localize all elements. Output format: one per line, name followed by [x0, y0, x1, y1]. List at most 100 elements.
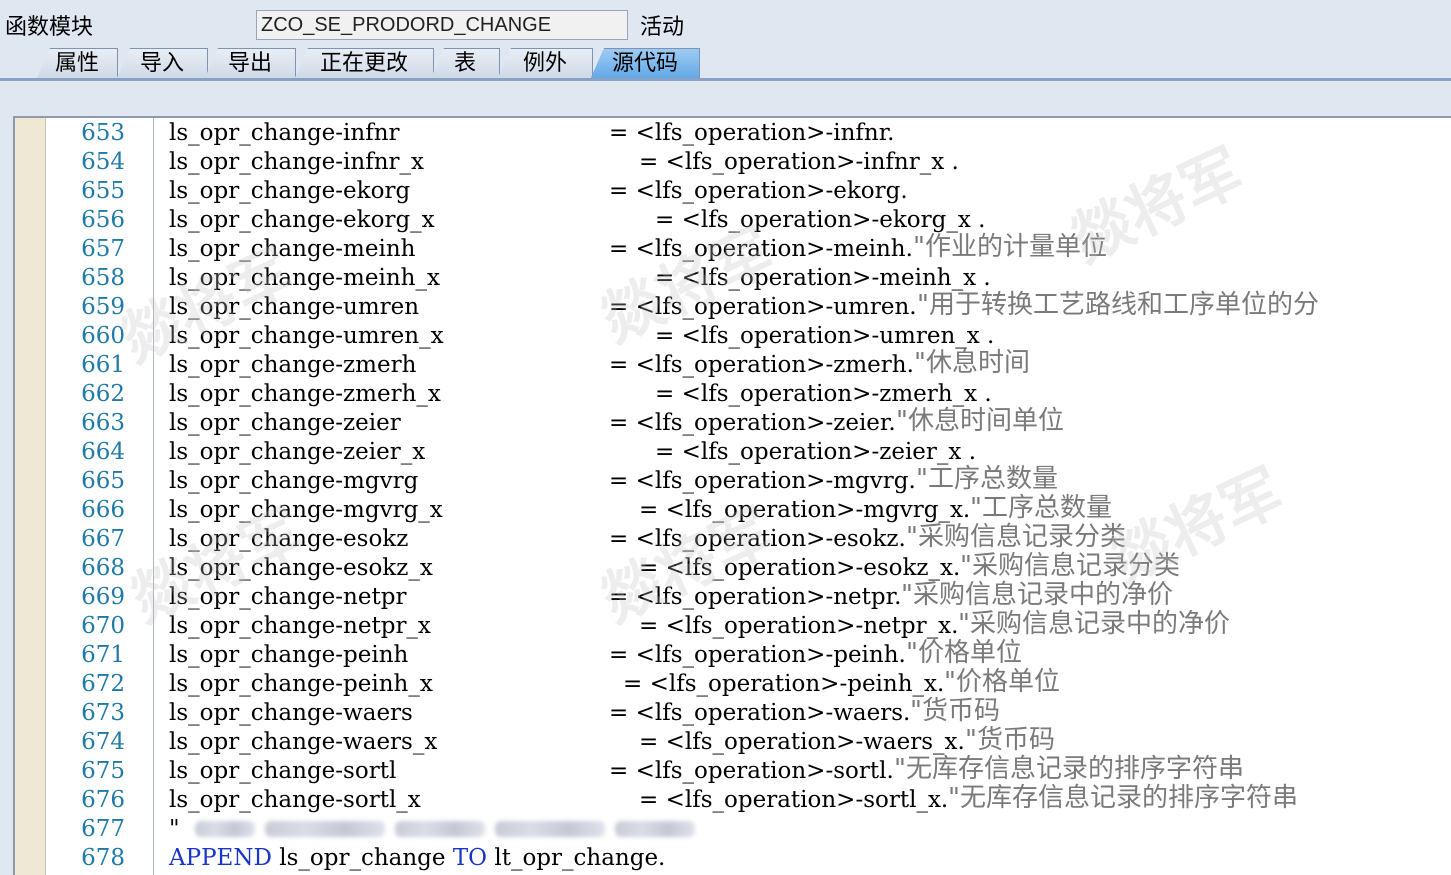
code-line[interactable]: 669 ls_opr_change-netpr = <lfs_operation>-… [15, 580, 1451, 612]
code-lhs: ls_opr_change-umren_x [169, 323, 444, 349]
code-comment: "价格单位 [944, 667, 1060, 697]
code-comment: "采购信息记录中的净价 [901, 580, 1173, 610]
code-line[interactable]: 662 ls_opr_change-zmerh_x = <lfs_operation… [15, 380, 1451, 409]
code-lhs: ls_opr_change-zeier [169, 410, 401, 436]
code-lhs: ls_opr_change-zmerh_x [169, 381, 441, 407]
code-line[interactable]: 677 " [15, 815, 1451, 844]
line-number: 668 [81, 555, 125, 581]
code-line[interactable]: 672 ls_opr_change-peinh_x = <lfs_operation… [15, 667, 1451, 699]
redacted-text [395, 821, 485, 837]
code-comment: "休息时间单位 [896, 406, 1064, 436]
code-rhs: = <lfs_operation>-zeier_x . [655, 439, 977, 465]
code-line[interactable]: 667 ls_opr_change-esokz = <lfs_operation>-… [15, 522, 1451, 554]
line-number: 667 [81, 526, 125, 552]
code-line[interactable]: 670 ls_opr_change-netpr_x = <lfs_operation… [15, 610, 1451, 641]
code-line[interactable]: 678 APPEND ls_opr_change TO lt_opr_change… [15, 844, 1451, 873]
code-rhs: = <lfs_operation>-umren. [609, 294, 917, 320]
code-line[interactable]: 657 ls_opr_change-meinh = <lfs_operation>-… [15, 232, 1451, 264]
line-number: 677 [81, 816, 125, 842]
code-lhs: ls_opr_change-sortl_x [169, 787, 421, 813]
tab-attributes[interactable]: 属性 [36, 48, 118, 80]
code-rhs: = <lfs_operation>-infnr. [609, 120, 895, 146]
code-lhs: ls_opr_change-waers [169, 700, 413, 726]
code-line[interactable]: 671 ls_opr_change-peinh = <lfs_operation>-… [15, 638, 1451, 670]
code-line[interactable]: 655 ls_opr_change-ekorg = <lfs_operation>-… [15, 177, 1451, 206]
function-module-name-field[interactable]: ZCO_SE_PRODORD_CHANGE [256, 10, 628, 40]
line-number: 660 [81, 323, 125, 349]
code-lhs: ls_opr_change-mgvrg_x [169, 497, 443, 523]
line-number: 662 [81, 381, 125, 407]
code-line[interactable]: 666 ls_opr_change-mgvrg_x = <lfs_operation… [15, 494, 1451, 525]
tab-underline [0, 78, 1451, 81]
line-number: 674 [81, 729, 125, 755]
tab-source-code[interactable]: 源代码 [590, 48, 700, 80]
code-comment: "作业的计量单位 [913, 232, 1107, 262]
source-code-editor[interactable]: 653 ls_opr_change-infnr = <lfs_operation>-… [13, 116, 1451, 875]
code-lhs: ls_opr_change-ekorg_x [169, 207, 435, 233]
code-lhs: ls_opr_change-sortl [169, 758, 397, 784]
code-line[interactable]: 674 ls_opr_change-waers_x = <lfs_operation… [15, 726, 1451, 757]
code-rhs: = <lfs_operation>-infnr_x . [639, 149, 959, 175]
redacted-text [615, 821, 695, 837]
code-line[interactable]: 673 ls_opr_change-waers = <lfs_operation>-… [15, 697, 1451, 728]
code-lhs: ls_opr_change-zmerh [169, 352, 417, 378]
code-lhs: ls_opr_change-mgvrg [169, 468, 419, 494]
code-rhs: = <lfs_operation>-mgvrg_x. [639, 497, 971, 523]
code-lhs: ls_opr_change-waers_x [169, 729, 438, 755]
line-number: 671 [81, 642, 125, 668]
code-line[interactable]: 653 ls_opr_change-infnr = <lfs_operation>-… [15, 119, 1451, 148]
code-comment: "无库存信息记录的排序字符串 [894, 754, 1244, 784]
code-line[interactable]: 676 ls_opr_change-sortl_x = <lfs_operation… [15, 784, 1451, 815]
line-number: 675 [81, 758, 125, 784]
tab-bar: 属性 导入 导出 正在更改 表 例外 源代码 [0, 46, 1451, 80]
tab-changing[interactable]: 正在更改 [294, 48, 434, 80]
line-number: 656 [81, 207, 125, 233]
code-line[interactable]: 661 ls_opr_change-zmerh = <lfs_operation>-… [15, 348, 1451, 380]
code-comment: "采购信息记录分类 [906, 522, 1126, 552]
code-lhs: ls_opr_change-netpr [169, 584, 407, 610]
line-number: 664 [81, 439, 125, 465]
code-lhs: ls_opr_change-infnr_x [169, 149, 425, 175]
code-rhs: = <lfs_operation>-sortl_x. [639, 787, 949, 813]
code-line[interactable]: 654 ls_opr_change-infnr_x = <lfs_operation… [15, 148, 1451, 177]
line-number: 678 [81, 845, 125, 871]
code-rhs: = <lfs_operation>-ekorg_x . [655, 207, 986, 233]
code-line[interactable]: 664 ls_opr_change-zeier_x = <lfs_operation… [15, 438, 1451, 467]
tab-exceptions[interactable]: 例外 [497, 48, 593, 80]
status-label: 活动 [640, 15, 685, 40]
line-number: 659 [81, 294, 125, 320]
append-target: lt_opr_change. [494, 845, 666, 871]
code-line[interactable]: 656 ls_opr_change-ekorg_x = <lfs_operation… [15, 206, 1451, 235]
code-line[interactable]: 675 ls_opr_change-sortl = <lfs_operation>-… [15, 754, 1451, 786]
code-line[interactable]: 663 ls_opr_change-zeier = <lfs_operation>-… [15, 406, 1451, 438]
code-comment: "休息时间 [914, 348, 1030, 378]
tab-export[interactable]: 导出 [204, 48, 296, 80]
code-comment: "价格单位 [906, 638, 1022, 668]
redacted-text [265, 821, 385, 837]
code-rhs: = <lfs_operation>-peinh_x. [623, 671, 945, 697]
code-rhs: = <lfs_operation>-esokz_x. [639, 555, 961, 581]
code-lhs: ls_opr_change-meinh_x [169, 265, 440, 291]
line-number: 669 [81, 584, 125, 610]
code-line[interactable]: 665 ls_opr_change-mgvrg = <lfs_operation>-… [15, 464, 1451, 496]
code-rhs: = <lfs_operation>-mgvrg. [609, 468, 916, 494]
function-module-header: 函数模块 ZCO_SE_PRODORD_CHANGE 活动 [0, 0, 1451, 46]
code-line[interactable]: 659 ls_opr_change-umren = <lfs_operation>-… [15, 291, 1451, 322]
code-rhs: = <lfs_operation>-zmerh. [609, 352, 914, 378]
code-rhs: = <lfs_operation>-peinh. [609, 642, 906, 668]
code-rhs: = <lfs_operation>-netpr_x. [639, 613, 959, 639]
keyword-append: APPEND [169, 845, 272, 871]
keyword-to: TO [452, 845, 488, 871]
line-number: 654 [81, 149, 125, 175]
code-lhs: ls_opr_change-infnr [169, 120, 400, 146]
code-lhs: " [169, 816, 180, 842]
code-comment: "工序总数量 [916, 464, 1058, 494]
code-line[interactable]: 658 ls_opr_change-meinh_x = <lfs_operation… [15, 264, 1451, 293]
code-rhs: = <lfs_operation>-esokz. [609, 526, 906, 552]
code-line[interactable]: 660 ls_opr_change-umren_x = <lfs_operation… [15, 322, 1451, 351]
line-number: 653 [81, 120, 125, 146]
line-number: 672 [81, 671, 125, 697]
code-line[interactable]: 668 ls_opr_change-esokz_x = <lfs_operation… [15, 552, 1451, 583]
tab-tables[interactable]: 表 [430, 48, 500, 80]
tab-import[interactable]: 导入 [116, 48, 208, 80]
